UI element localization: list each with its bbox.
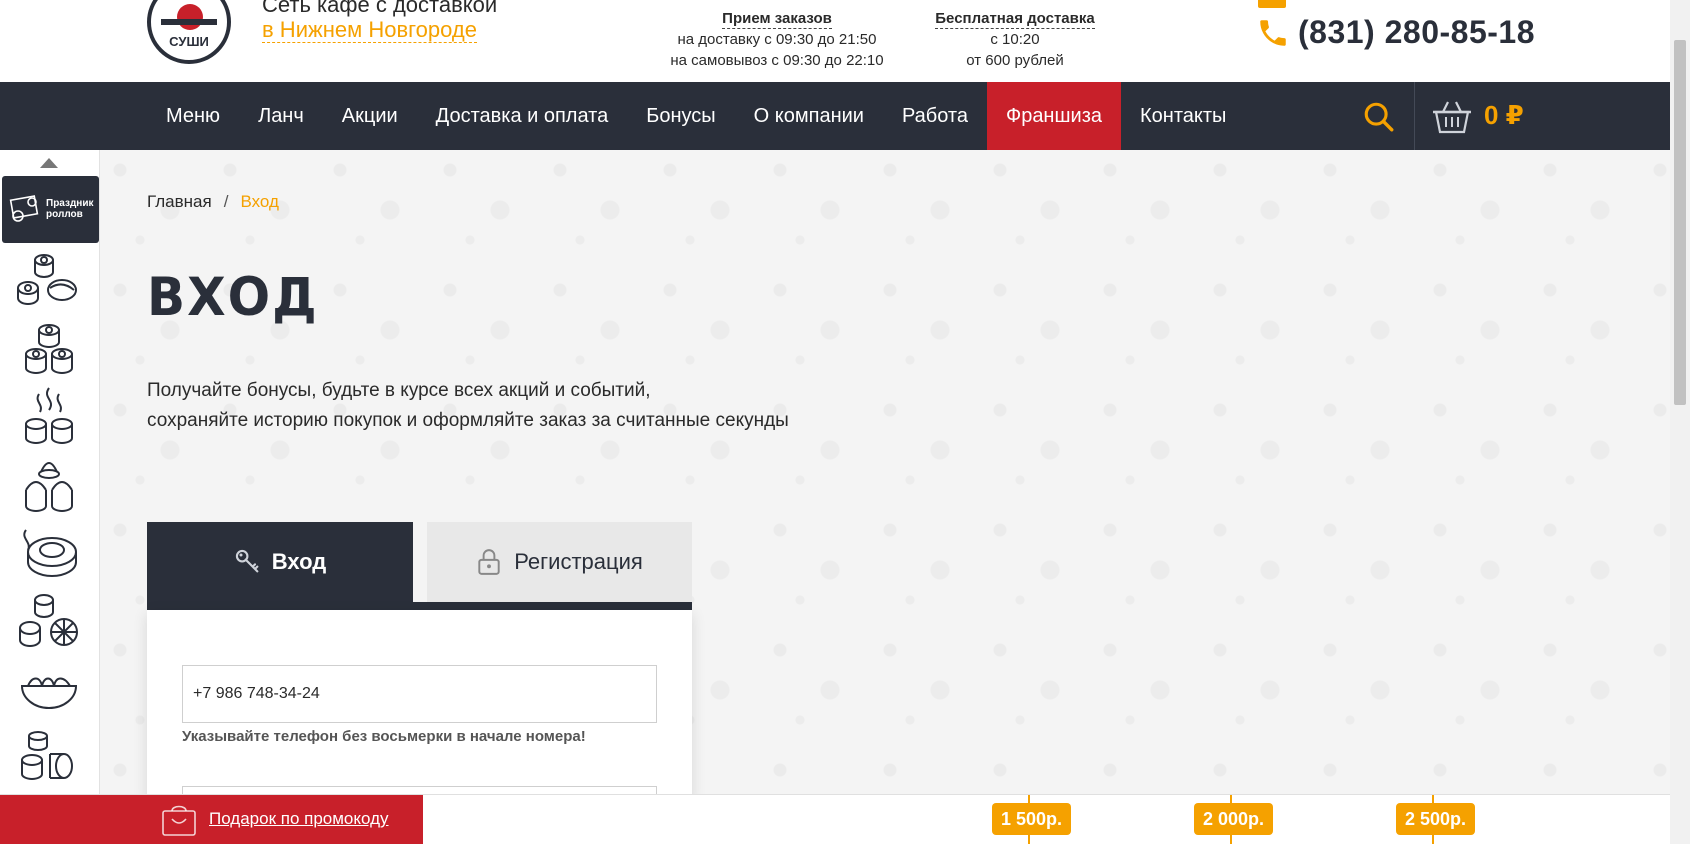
nav-divider <box>1414 82 1415 150</box>
lead-line-2: сохраняйте историю покупок и оформляйте … <box>147 410 789 431</box>
mini-rolls-icon[interactable] <box>14 726 84 788</box>
promo-label-line2: роллов <box>46 209 83 220</box>
phone-block[interactable]: (831) 280-85-18 <box>1256 14 1535 51</box>
callback-tab[interactable] <box>1258 0 1286 8</box>
breadcrumb-home[interactable]: Главная <box>147 192 212 211</box>
gift-bag-icon <box>162 805 196 836</box>
rolls-icon[interactable] <box>14 318 84 380</box>
lead-line-1: Получайте бонусы, будьте в курсе всех ак… <box>147 380 651 401</box>
tab-underline <box>147 602 692 610</box>
cart-total[interactable]: 0 ₽ <box>1484 100 1524 131</box>
chevron-up-icon[interactable] <box>40 158 58 168</box>
promo-gift-button[interactable]: Подарок по промокоду <box>0 795 423 844</box>
orders-delivery-hours: на доставку с 09:30 до 21:50 <box>677 31 877 48</box>
lock-icon <box>478 549 500 575</box>
key-icon <box>235 549 259 573</box>
gift-progress: 1 500р. 2 000р. 2 500р. <box>430 795 1660 844</box>
cream-rolls-icon[interactable] <box>14 454 84 516</box>
nav-item-jobs[interactable]: Работа <box>883 82 987 150</box>
site-header: СУШИ Сеть кафе с доставкой в Нижнем Новг… <box>0 0 1690 82</box>
breadcrumb: Главная / Вход <box>147 192 279 212</box>
brand-tagline: Сеть кафе с доставкой <box>262 0 498 17</box>
page-scrollbar[interactable] <box>1670 0 1690 844</box>
noodles-icon[interactable] <box>14 658 84 720</box>
tab-register[interactable]: Регистрация <box>427 522 692 602</box>
baked-rolls-icon[interactable] <box>14 522 84 584</box>
delivery-time: с 10:20 <box>990 31 1040 48</box>
login-form: Указывайте телефон без восьмерки в начал… <box>147 610 692 844</box>
tab-login[interactable]: Вход <box>147 522 413 602</box>
delivery-info: Бесплатная доставка с 10:20 от 600 рубле… <box>922 8 1108 71</box>
phone-input[interactable] <box>182 665 657 723</box>
promo-label-line1: Праздник <box>46 198 94 209</box>
nav-item-franchise[interactable]: Франшиза <box>986 82 1121 150</box>
orders-info: Прием заказов на доставку с 09:30 до 21:… <box>652 8 902 71</box>
nav-item-bonuses[interactable]: Бонусы <box>627 82 734 150</box>
logo-text: СУШИ <box>169 34 209 49</box>
basket-icon[interactable] <box>1430 94 1474 138</box>
orders-pickup-hours: на самовывоз с 09:30 до 22:10 <box>670 52 884 69</box>
nav-item-menu[interactable]: Меню <box>147 82 239 150</box>
nav-item-lunch[interactable]: Ланч <box>239 82 323 150</box>
logo[interactable]: СУШИ <box>147 0 231 64</box>
rolls-holiday-icon <box>9 195 39 222</box>
nav-items: Меню Ланч Акции Доставка и оплата Бонусы… <box>147 82 1245 150</box>
delivery-title[interactable]: Бесплатная доставка <box>935 10 1095 29</box>
threshold-badge-3[interactable]: 2 500р. <box>1396 803 1476 835</box>
main-nav: Меню Ланч Акции Доставка и оплата Бонусы… <box>0 82 1670 150</box>
sushi-set-icon[interactable] <box>14 250 84 312</box>
bottom-gift-bar: Подарок по промокоду 1 500р. 2 000р. 2 5… <box>0 794 1670 844</box>
promo-gift-label: Подарок по промокоду <box>209 809 389 828</box>
city-selector[interactable]: в Нижнем Новгороде <box>262 18 477 43</box>
category-sidebar: Праздник роллов <box>0 150 100 794</box>
phone-number[interactable]: (831) 280-85-18 <box>1298 14 1535 51</box>
nav-item-delivery-payment[interactable]: Доставка и оплата <box>417 82 628 150</box>
threshold-badge-1[interactable]: 1 500р. <box>992 803 1072 835</box>
login-description: Получайте бонусы, будьте в курсе всех ак… <box>147 376 789 436</box>
tab-register-label: Регистрация <box>514 549 643 574</box>
breadcrumb-current: Вход <box>240 192 279 211</box>
page-title: ВХОД <box>147 266 319 328</box>
scrollbar-thumb[interactable] <box>1674 40 1686 405</box>
search-icon[interactable] <box>1362 100 1396 134</box>
delivery-minimum: от 600 рублей <box>966 52 1064 69</box>
nav-item-about[interactable]: О компании <box>735 82 883 150</box>
phone-icon <box>1260 19 1286 46</box>
phone-hint: Указывайте телефон без восьмерки в начал… <box>182 728 586 745</box>
breadcrumb-separator: / <box>223 192 229 211</box>
threshold-badge-2[interactable]: 2 000р. <box>1194 803 1274 835</box>
tab-login-label: Вход <box>271 549 327 574</box>
citrus-rolls-icon[interactable] <box>14 590 84 652</box>
hot-rolls-icon[interactable] <box>14 386 84 448</box>
sidebar-item-rolls-holiday[interactable]: Праздник роллов <box>2 176 99 243</box>
nav-item-contacts[interactable]: Контакты <box>1121 82 1245 150</box>
orders-title[interactable]: Прием заказов <box>722 10 832 29</box>
nav-item-promotions[interactable]: Акции <box>323 82 417 150</box>
